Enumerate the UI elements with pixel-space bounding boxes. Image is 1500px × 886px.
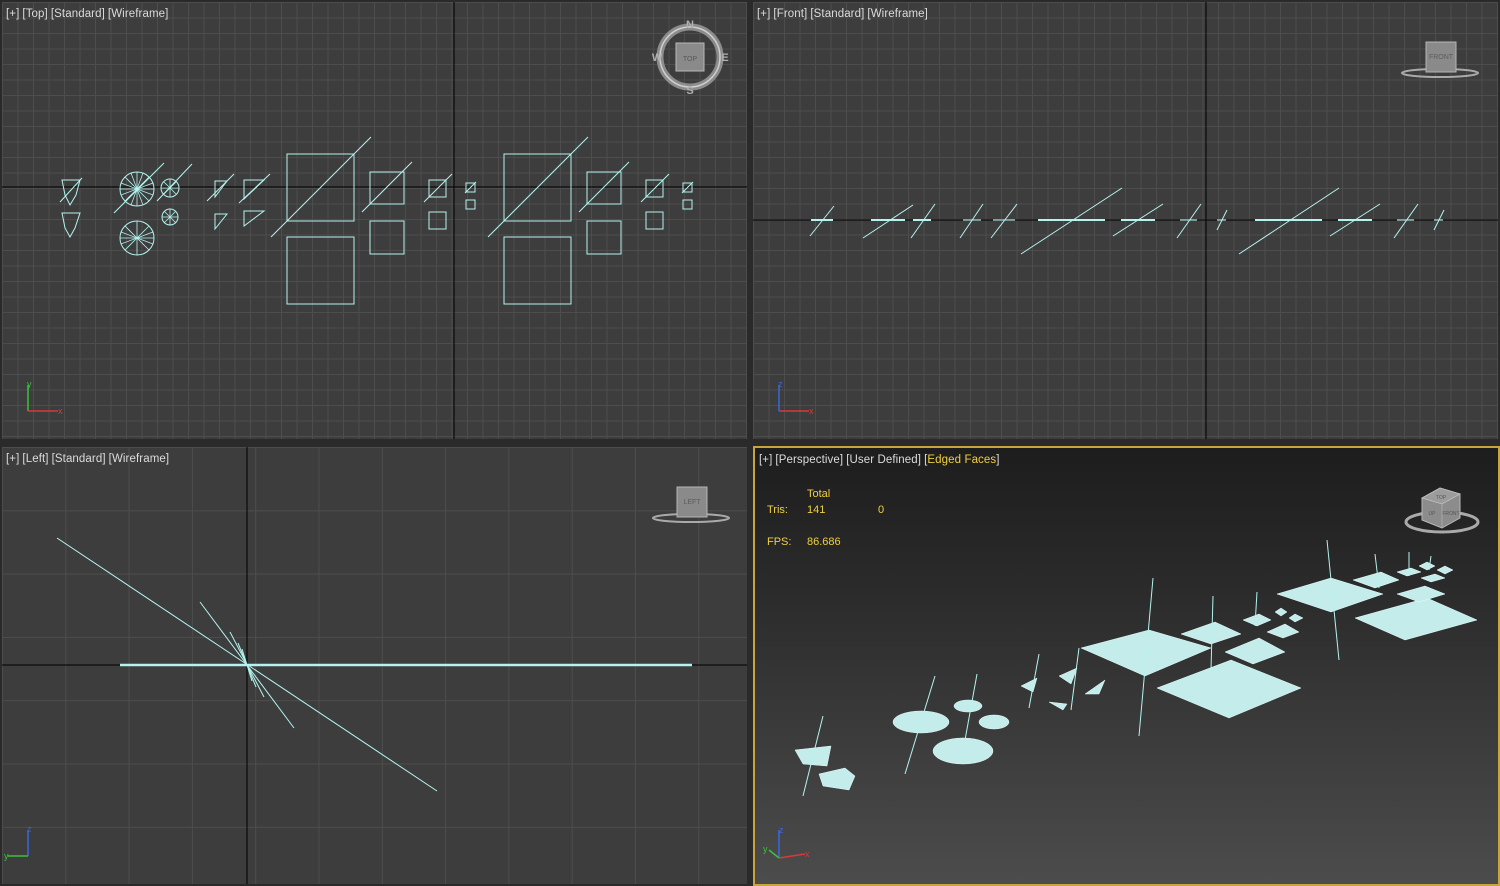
viewcube-icon[interactable]: FRONT [1398,38,1488,83]
perspective-scene [794,539,1478,797]
top-scene [2,2,747,439]
front-scene [753,2,1498,439]
svg-text:z: z [779,825,784,835]
svg-text:FRONT: FRONT [1442,511,1459,517]
viewcube-icon[interactable]: LEFT [647,483,737,528]
front-wire-objects [809,187,1445,255]
svg-text:x: x [805,849,810,859]
svg-text:y: y [4,851,9,861]
svg-text:z: z [778,379,783,389]
axis-tripod-icon: y x [27,379,63,416]
svg-text:x: x [58,406,63,416]
svg-text:TOP: TOP [1436,495,1447,501]
svg-text:UP: UP [1429,511,1437,517]
viewcube-icon[interactable]: TOP UP FRONT [1400,480,1490,542]
viewport-left[interactable]: [+] [Left] [Standard] [Wireframe] LEFT z y [2,447,747,884]
svg-text:x: x [809,406,814,416]
perspective-shaded-objects [794,539,1478,797]
svg-text:W: W [652,52,663,64]
svg-text:y: y [27,379,32,389]
viewport-front[interactable]: [+] [Front] [Standard] [Wireframe] FRONT… [753,2,1498,439]
axis-tripod-icon: z y [4,824,32,861]
svg-text:N: N [686,19,694,31]
viewport-perspective[interactable]: [+] [Perspective] [User Defined] [Edged Fac… [753,446,1500,886]
svg-text:LEFT: LEFT [683,499,701,506]
svg-text:S: S [686,85,693,97]
svg-text:z: z [27,824,32,834]
svg-text:y: y [763,844,768,854]
left-scene [2,447,747,884]
svg-text:FRONT: FRONT [1429,54,1454,61]
svg-text:E: E [721,52,728,64]
axis-tripod-icon: z x y [763,825,810,859]
left-wire-objects [56,537,692,792]
svg-text:TOP: TOP [683,56,698,63]
compass-icon[interactable]: TOP N S E W [652,17,732,97]
axis-tripod-icon: z x [778,379,814,416]
viewport-top[interactable]: [+] [Top] [Standard] [Wireframe] TOP N S… [2,2,747,439]
top-wire-objects [59,136,694,305]
